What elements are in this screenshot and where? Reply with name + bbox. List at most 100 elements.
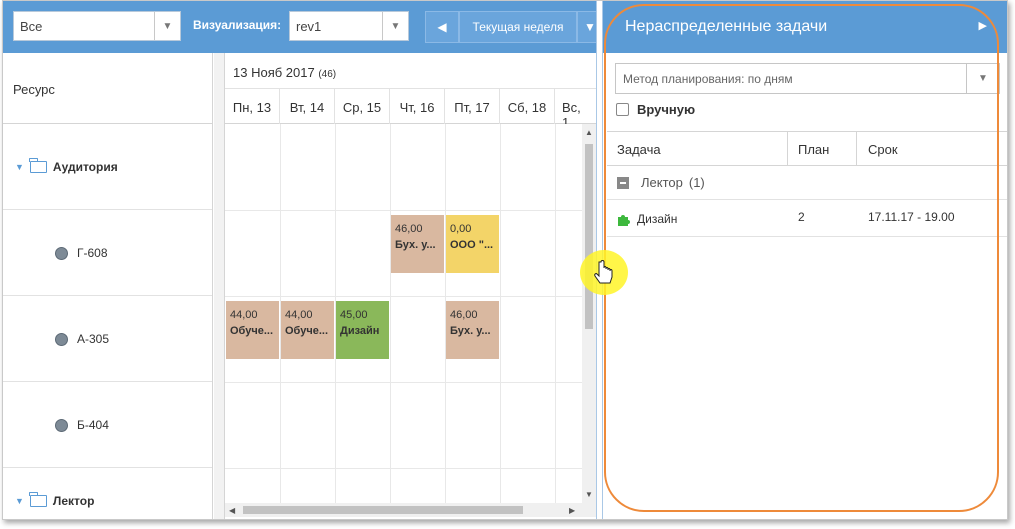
prev-period-button[interactable]: ◀ xyxy=(425,11,459,43)
resource-header: Ресурс xyxy=(3,53,212,124)
resource-row[interactable]: А-305 xyxy=(3,297,212,382)
scheduler-window: Все ▼ Визуализация: rev1 ▼ ◀ Текущая нед… xyxy=(2,0,1008,520)
resource-row[interactable]: Б-404 xyxy=(3,383,212,468)
horizontal-scrollbar[interactable]: ◀ ▶ xyxy=(225,503,596,517)
event-label: Обуче... xyxy=(285,325,328,337)
filter-select[interactable]: Все ▼ xyxy=(13,11,181,41)
collapse-arrow-icon[interactable]: ▶ xyxy=(979,19,987,32)
scroll-left-icon[interactable]: ◀ xyxy=(229,506,235,515)
group-count: (1) xyxy=(688,175,705,190)
group-label: Лектор xyxy=(641,175,683,190)
task-name: Дизайн xyxy=(637,212,678,226)
puzzle-icon xyxy=(618,215,630,226)
grid-line xyxy=(225,468,582,469)
resource-group-row[interactable]: ▼ Аудитория xyxy=(3,125,212,210)
event-value: 0,00 xyxy=(450,223,472,235)
grid-line xyxy=(225,210,582,211)
day-label: Пн, 13 xyxy=(225,89,280,124)
week-title: 13 Нояб 2017 (46) xyxy=(225,53,596,89)
chevron-down-icon[interactable]: ▼ xyxy=(154,12,180,40)
horizontal-scroll-thumb[interactable] xyxy=(243,506,523,514)
resource-name: Г-608 xyxy=(77,246,108,260)
day-label: Сб, 18 xyxy=(500,89,555,124)
table-row[interactable]: Дизайн 2 17.11.17 - 19.00 xyxy=(607,200,1007,237)
booking-event[interactable]: 46,00 Бух. у... xyxy=(446,301,499,359)
event-label: Бух. у... xyxy=(450,325,491,337)
column-header-plan[interactable]: План xyxy=(798,142,829,157)
task-plan: 2 xyxy=(798,210,805,224)
booking-event[interactable]: 0,00 ООО "... xyxy=(446,215,499,273)
panel-title: Нераспределенные задачи xyxy=(625,18,828,35)
checkbox-icon[interactable] xyxy=(616,103,629,116)
vertical-scrollbar[interactable]: ▲ ▼ xyxy=(582,124,596,503)
vertical-scroll-thumb[interactable] xyxy=(585,144,593,329)
event-value: 44,00 xyxy=(285,309,313,321)
resource-group-label: Аудитория xyxy=(52,160,118,174)
manual-label: Вручную xyxy=(637,102,696,117)
calendar-grid: 13 Нояб 2017 (46) Пн, 13 Вт, 14 Ср, 15 Ч… xyxy=(225,53,596,519)
grid-line xyxy=(390,124,391,504)
visualization-value: rev1 xyxy=(296,18,322,34)
event-label: Обуче... xyxy=(230,325,273,337)
chevron-down-icon[interactable]: ▼ xyxy=(382,12,408,40)
resource-name: А-305 xyxy=(77,332,110,346)
day-label: Вс, 1 xyxy=(562,100,581,124)
table-group-row[interactable]: Лектор (1) xyxy=(607,166,1007,200)
tasks-table: Задача План Срок Лектор (1) Дизайн 2 17.… xyxy=(607,131,1007,237)
grid-line xyxy=(225,296,582,297)
collapse-icon[interactable] xyxy=(617,176,629,189)
chevron-down-icon: ▼ xyxy=(584,20,596,34)
chevron-left-icon: ◀ xyxy=(437,20,447,34)
event-value: 44,00 xyxy=(230,309,258,321)
unassigned-tasks-panel: Нераспределенные задачи ▶ Метод планиров… xyxy=(603,1,1007,519)
expand-triangle-icon[interactable]: ▼ xyxy=(15,496,24,506)
scroll-up-icon[interactable]: ▲ xyxy=(585,128,593,137)
column-header-deadline[interactable]: Срок xyxy=(868,142,898,157)
grid-line xyxy=(225,382,582,383)
resource-status-icon xyxy=(55,418,68,432)
column-divider[interactable] xyxy=(214,53,225,519)
cursor-highlight xyxy=(580,250,628,295)
planning-method-value: Метод планирования: по дням xyxy=(623,71,793,86)
day-label: Чт, 16 xyxy=(390,89,445,124)
visualization-select[interactable]: rev1 ▼ xyxy=(289,11,409,41)
folder-icon xyxy=(29,158,47,173)
visualization-label: Визуализация: xyxy=(193,18,282,32)
booking-event[interactable]: 45,00 Дизайн xyxy=(336,301,389,359)
event-value: 46,00 xyxy=(395,223,423,235)
resource-group-label: Лектор xyxy=(52,494,95,508)
week-date: 13 Нояб 2017 xyxy=(233,65,315,80)
event-value: 45,00 xyxy=(340,309,368,321)
grid-line xyxy=(500,124,501,504)
expand-triangle-icon[interactable]: ▼ xyxy=(15,162,24,172)
task-deadline: 17.11.17 - 19.00 xyxy=(868,210,955,224)
resource-group-row[interactable]: ▼ Лектор xyxy=(3,486,212,516)
scroll-right-icon[interactable]: ▶ xyxy=(569,506,575,515)
resource-status-icon xyxy=(55,246,68,260)
period-button[interactable]: Текущая неделя xyxy=(459,11,577,43)
table-header: Задача План Срок xyxy=(607,131,1007,166)
resource-status-icon xyxy=(55,332,68,346)
day-header: Пн, 13 Вт, 14 Ср, 15 Чт, 16 Пт, 17 Сб, 1… xyxy=(225,89,596,124)
period-label: Текущая неделя xyxy=(472,20,564,34)
column-divider[interactable] xyxy=(856,132,857,166)
booking-event[interactable]: 44,00 Обуче... xyxy=(281,301,334,359)
resource-row[interactable]: Г-608 xyxy=(3,211,212,296)
event-label: Бух. у... xyxy=(395,239,436,251)
manual-checkbox[interactable]: Вручную xyxy=(616,102,695,117)
scroll-down-icon[interactable]: ▼ xyxy=(585,490,593,499)
week-number: (46) xyxy=(318,69,337,80)
booking-event[interactable]: 46,00 Бух. у... xyxy=(391,215,444,273)
event-value: 46,00 xyxy=(450,309,478,321)
booking-event[interactable]: 44,00 Обуче... xyxy=(226,301,279,359)
chevron-down-icon[interactable]: ▼ xyxy=(966,64,999,93)
day-label: Пт, 17 xyxy=(445,89,500,124)
column-divider[interactable] xyxy=(787,132,788,166)
grid-line xyxy=(555,124,556,504)
column-header-task[interactable]: Задача xyxy=(617,142,661,157)
folder-icon xyxy=(29,492,47,507)
filter-value: Все xyxy=(20,18,43,34)
planning-method-select[interactable]: Метод планирования: по дням ▼ xyxy=(615,63,1000,94)
hand-cursor-icon xyxy=(594,260,613,284)
resource-name: Б-404 xyxy=(77,418,109,432)
